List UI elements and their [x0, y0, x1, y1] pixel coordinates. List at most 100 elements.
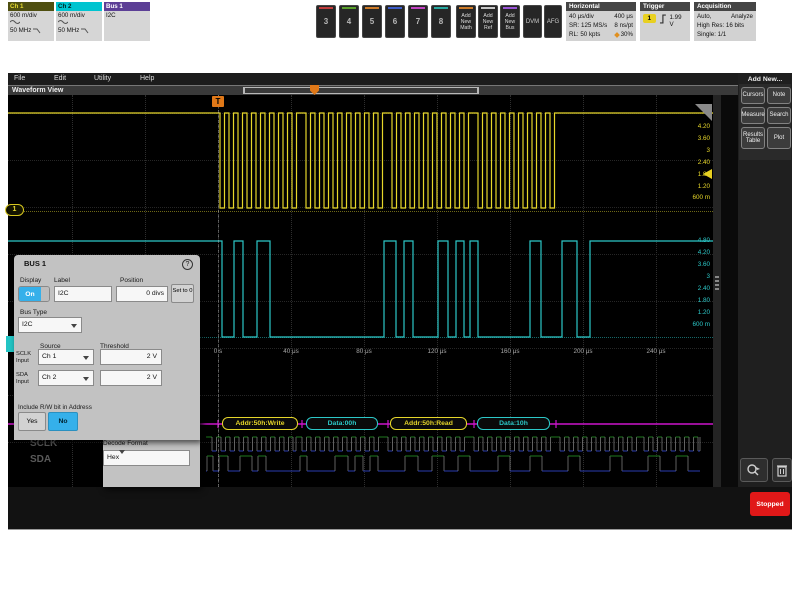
set-to-zero-button[interactable]: Set to 0: [171, 284, 194, 303]
add-new-math-button[interactable]: Add New Math: [456, 5, 476, 38]
menu-file[interactable]: File: [14, 75, 25, 82]
channel-3-button[interactable]: 3: [316, 5, 336, 38]
channel-6-button[interactable]: 6: [385, 5, 405, 38]
add-cursors-button[interactable]: Cursors: [741, 87, 765, 104]
sda-threshold-input[interactable]: 2 V: [100, 370, 162, 386]
ch1-axis-label: 3.60: [680, 135, 710, 142]
bus-decode-box: Addr:50h:Read: [390, 417, 467, 430]
coupling-icon: [58, 19, 68, 25]
ch1-badge[interactable]: Ch 1 600 m/div 50 MHz: [8, 2, 54, 41]
add-measure-button[interactable]: Measure: [741, 107, 765, 124]
add-new-title: Add New...: [738, 76, 792, 83]
compress-icon: [614, 32, 620, 38]
menu-utility[interactable]: Utility: [94, 75, 111, 82]
time-axis-label: 160 μs: [490, 348, 530, 355]
trigger-panel[interactable]: Trigger 1 1.99 V: [640, 2, 690, 41]
channel-7-button[interactable]: 7: [408, 5, 428, 38]
add-plot-button[interactable]: Plot: [767, 127, 791, 149]
zoom-mode-button[interactable]: [740, 458, 768, 482]
trigger-position-line[interactable]: [218, 95, 219, 487]
chevron-down-icon: [119, 450, 125, 461]
bus-label-input[interactable]: I2C: [54, 286, 112, 302]
bus-decode-box: Data:10h: [477, 417, 550, 430]
channel-8-button[interactable]: 8: [431, 5, 451, 38]
sclk-source-dropdown[interactable]: Ch 1: [38, 349, 94, 365]
waveform-handle-icon[interactable]: [695, 104, 712, 121]
ch2-axis-label: 4.80: [680, 237, 710, 244]
ch1-axis-label: 600 m: [680, 194, 710, 201]
dialog-title: BUS 1: [24, 259, 46, 268]
dvm-button[interactable]: DVM: [523, 5, 542, 38]
ch1-reference-marker[interactable]: 1: [5, 204, 24, 216]
rw-bit-label: Include R/W bit in Address: [18, 404, 92, 411]
ch2-axis-label: 2.40: [680, 285, 710, 292]
ch2-axis-label: 4.20: [680, 249, 710, 256]
results-bar: Add New... Cursors Note Measure Search R…: [738, 73, 792, 487]
bandwidth-icon: [81, 28, 89, 34]
decode-format-dropdown[interactable]: Hex: [103, 450, 190, 466]
trigger-t-marker[interactable]: T: [212, 96, 224, 107]
help-button[interactable]: ?: [182, 259, 193, 270]
trigger-source-chip: 1: [643, 14, 656, 23]
time-axis-label: 240 μs: [636, 348, 676, 355]
run-stop-button[interactable]: Stopped: [750, 492, 790, 516]
bus1-badge[interactable]: Bus 1 I2C: [104, 2, 150, 41]
ch2-scale: 600 m/div: [58, 12, 100, 19]
sclk-input-label: SCLK Input: [16, 351, 38, 364]
time-axis-label: 120 μs: [417, 348, 457, 355]
trash-icon: [776, 463, 788, 477]
add-search-button[interactable]: Search: [767, 107, 791, 124]
grid-line-vertical: [583, 95, 584, 487]
trigger-title: Trigger: [640, 2, 690, 11]
delete-button[interactable]: [772, 458, 792, 482]
add-note-button[interactable]: Note: [767, 87, 791, 104]
ch2-bandwidth: 50 MHz: [58, 27, 79, 34]
rw-no-button[interactable]: No: [48, 412, 78, 431]
add-results-table-button[interactable]: Results Table: [741, 127, 765, 149]
ch1-bandwidth: 50 MHz: [10, 27, 31, 34]
time-axis-label: 200 μs: [563, 348, 603, 355]
add-new-ref-button[interactable]: Add New Ref: [478, 5, 498, 38]
time-axis-label: 0 s: [198, 348, 238, 355]
menu-help[interactable]: Help: [140, 75, 154, 82]
ch1-axis-label: 3: [680, 147, 710, 154]
display-on-toggle[interactable]: On: [18, 286, 50, 302]
chevron-down-icon: [83, 356, 89, 360]
rw-yes-button[interactable]: Yes: [18, 412, 46, 431]
rising-edge-icon: [659, 14, 667, 24]
bus-decode-box: Data:00h: [306, 417, 378, 430]
ch2-axis-label: 3: [680, 273, 710, 280]
ch1-axis-label: 1.80: [680, 171, 710, 178]
ch1-scale: 600 m/div: [10, 12, 52, 19]
horizontal-panel[interactable]: Horizontal 40 μs/div400 μs SR: 125 MS/s8…: [566, 2, 636, 41]
ch1-badge-header: Ch 1: [8, 2, 54, 11]
menu-edit[interactable]: Edit: [54, 75, 66, 82]
trigger-level: 1.99 V: [670, 14, 687, 28]
position-label: Position: [120, 277, 143, 284]
add-new-bus-button[interactable]: Add New Bus: [500, 5, 520, 38]
chevron-down-icon: [83, 377, 89, 381]
acquisition-title: Acquisition: [694, 2, 756, 11]
sclk-threshold-input[interactable]: 2 V: [100, 349, 162, 365]
ch2-badge[interactable]: Ch 2 600 m/div 50 MHz: [56, 2, 102, 41]
ch1-zero-line: [8, 211, 713, 212]
ch1-axis-label: 2.40: [680, 159, 710, 166]
ch1-axis-label: 1.20: [680, 183, 710, 190]
ch2-axis-label: 1.80: [680, 297, 710, 304]
decode-format-label: Decode Format: [103, 440, 148, 447]
bus-type-dropdown[interactable]: I2C: [18, 317, 82, 333]
horizontal-overview-bar[interactable]: [243, 87, 479, 94]
afg-button[interactable]: AFG: [544, 5, 562, 38]
position-input[interactable]: 0 divs: [116, 286, 168, 302]
time-axis-label: 80 μs: [344, 348, 384, 355]
acquisition-panel[interactable]: Acquisition Auto,Analyze High Res: 16 bi…: [694, 2, 756, 41]
settings-bar: [8, 487, 792, 529]
channel-4-button[interactable]: 4: [339, 5, 359, 38]
sda-source-dropdown[interactable]: Ch 2: [38, 370, 94, 386]
coupling-icon: [10, 19, 20, 25]
digital-sda-label: SDA: [30, 454, 51, 465]
channel-5-button[interactable]: 5: [362, 5, 382, 38]
panel-grip-icon[interactable]: [715, 276, 719, 292]
bus-decode-box: Addr:50h:Write: [222, 417, 298, 430]
grid-line-vertical: [656, 95, 657, 487]
